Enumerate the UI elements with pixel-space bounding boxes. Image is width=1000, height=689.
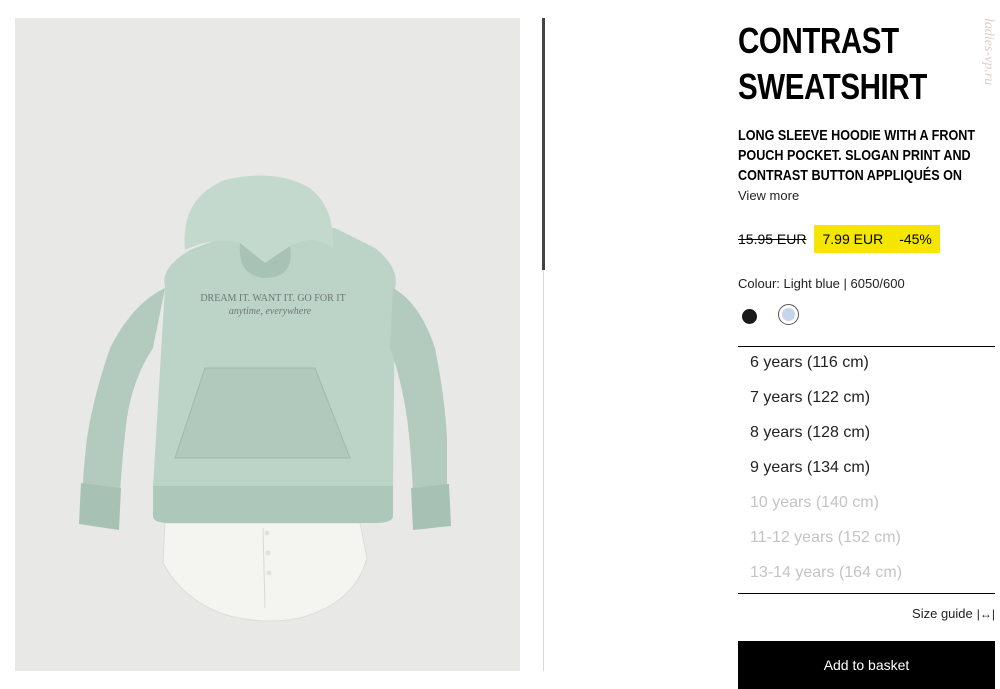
product-description: LONG SLEEVE HOODIE WITH A FRONT POUCH PO… [738,127,976,184]
size-guide-link[interactable]: Size guide |↔| [912,606,995,621]
size-list: 6 years (116 cm) 7 years (122 cm) 8 year… [738,346,995,594]
product-title: CONTRAST SWEATSHIRT [738,18,1000,110]
size-option[interactable]: 8 years (128 cm) [750,424,870,442]
size-option[interactable]: 9 years (134 cm) [750,459,870,477]
hoodie-illustration: DREAM IT. WANT IT. GO FOR IT anytime, ev… [79,175,451,622]
print-line-2: anytime, everywhere [229,306,312,317]
colour-label: Colour: Light blue | 6050/600 [738,276,905,291]
size-option-unavailable[interactable]: 10 years (140 cm) [750,494,879,512]
swatch-light-blue[interactable] [782,308,795,321]
sale-price-badge: 7.99 EUR -45% [814,225,940,253]
swatch-light-blue-selected[interactable] [778,304,799,325]
original-price: 15.95 EUR [738,231,807,247]
ruler-arrows-icon: |↔| [976,606,995,621]
discount-percent: -45% [899,231,932,247]
watermark: ladies-vp.ru [981,18,996,86]
swatch-black[interactable] [742,309,757,324]
size-option[interactable]: 6 years (116 cm) [750,354,869,372]
size-option-unavailable[interactable]: 13-14 years (164 cm) [750,564,902,582]
size-option[interactable]: 7 years (122 cm) [750,389,870,407]
size-option-unavailable[interactable]: 11-12 years (152 cm) [750,529,901,547]
product-info: CONTRAST SWEATSHIRT LONG SLEEVE HOODIE W… [738,18,995,689]
sale-price: 7.99 EUR [822,231,884,247]
price-row: 15.95 EUR 7.99 EUR -45% [738,225,940,253]
size-guide-label: Size guide [912,606,973,621]
print-line-1: DREAM IT. WANT IT. GO FOR IT [200,293,345,304]
title-line-2: SWEATSHIRT [738,66,927,107]
scroll-thumb[interactable] [542,18,545,270]
add-to-basket-button[interactable]: Add to basket [738,641,995,689]
colour-swatches [738,304,838,328]
view-more-link[interactable]: View more [738,188,799,203]
title-line-1: CONTRAST [738,20,899,61]
product-image[interactable]: DREAM IT. WANT IT. GO FOR IT anytime, ev… [15,18,520,671]
